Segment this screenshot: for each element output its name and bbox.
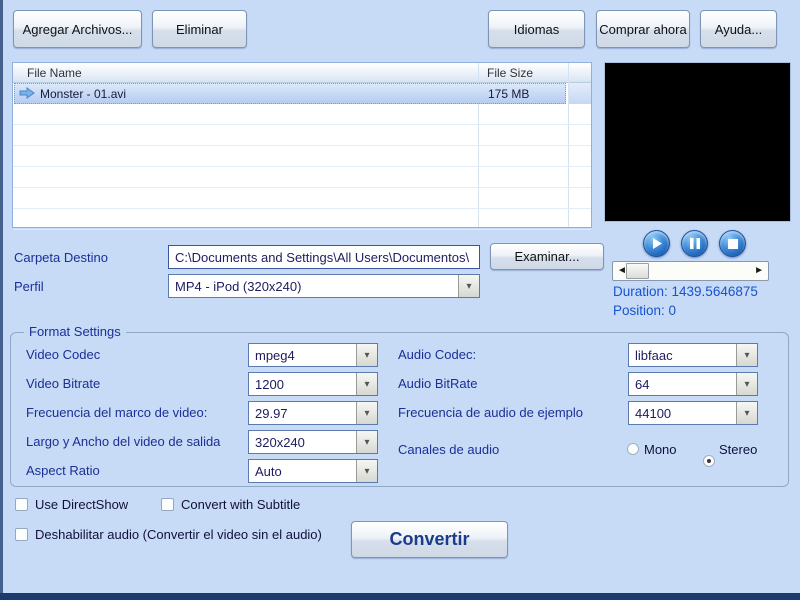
convert-button[interactable]: Convertir (351, 521, 508, 558)
video-framerate-label: Frecuencia del marco de video: (26, 405, 208, 420)
video-bitrate-label: Video Bitrate (26, 376, 101, 391)
audio-channels-label: Canales de audio (398, 442, 500, 457)
aspect-ratio-label: Aspect Ratio (26, 463, 100, 478)
position-text: Position: 0 (613, 303, 677, 318)
remove-label: Eliminar (176, 21, 223, 37)
convert-label: Convertir (389, 529, 470, 549)
format-settings-title: Format Settings (24, 324, 126, 339)
file-list-header[interactable]: File Name File Size (13, 63, 591, 83)
audio-samplerate-select[interactable]: 44100 ▾ (628, 401, 758, 425)
disable-audio-label[interactable]: Deshabilitar audio (Convertir el video s… (35, 527, 322, 542)
file-arrow-icon (19, 87, 35, 99)
video-codec-value: mpeg4 (255, 347, 295, 363)
chevron-down-icon[interactable]: ▾ (736, 344, 757, 366)
video-size-value: 320x240 (255, 434, 305, 450)
video-framerate-value: 29.97 (255, 405, 288, 421)
empty-row[interactable] (13, 104, 591, 125)
video-bitrate-select[interactable]: 1200 ▾ (248, 372, 378, 396)
browse-label: Examinar... (514, 249, 580, 264)
audio-bitrate-select[interactable]: 64 ▾ (628, 372, 758, 396)
seek-scrollbar[interactable]: ◄ ► (612, 261, 769, 281)
aspect-ratio-value: Auto (255, 463, 282, 479)
mono-label[interactable]: Mono (644, 442, 677, 457)
stop-button[interactable] (719, 230, 746, 257)
empty-row[interactable] (13, 125, 591, 146)
remove-button[interactable]: Eliminar (152, 10, 247, 48)
file-row-selected[interactable]: Monster - 01.avi 175 MB (14, 83, 566, 104)
video-framerate-select[interactable]: 29.97 ▾ (248, 401, 378, 425)
languages-label: Idiomas (513, 21, 560, 37)
destination-folder-label: Carpeta Destino (14, 250, 108, 265)
empty-row[interactable] (13, 146, 591, 167)
audio-bitrate-value: 64 (635, 376, 650, 392)
destination-folder-value: C:\Documents and Settings\All Users\Docu… (175, 249, 470, 265)
convert-with-subtitle-checkbox[interactable] (161, 498, 174, 511)
pause-button[interactable] (681, 230, 708, 257)
chevron-down-icon[interactable]: ▾ (356, 344, 377, 366)
audio-codec-select[interactable]: libfaac ▾ (628, 343, 758, 367)
convert-with-subtitle-label[interactable]: Convert with Subtitle (181, 497, 300, 512)
add-files-label: Agregar Archivos... (22, 21, 133, 37)
file-row-selected-tail (569, 83, 591, 104)
stereo-radio[interactable] (703, 455, 715, 467)
mono-radio[interactable] (627, 443, 639, 455)
chevron-down-icon[interactable]: ▾ (356, 431, 377, 453)
chevron-down-icon[interactable]: ▾ (736, 402, 757, 424)
empty-row[interactable] (13, 167, 591, 188)
browse-button[interactable]: Examinar... (490, 243, 604, 270)
stop-icon (727, 238, 738, 249)
aspect-ratio-select[interactable]: Auto ▾ (248, 459, 378, 483)
seek-thumb[interactable] (626, 263, 649, 279)
duration-text: Duration: 1439.5646875 (613, 284, 758, 299)
stereo-label[interactable]: Stereo (719, 442, 757, 457)
help-button[interactable]: Ayuda... (700, 10, 777, 48)
destination-folder-field[interactable]: C:\Documents and Settings\All Users\Docu… (168, 245, 480, 269)
profile-label: Perfil (14, 279, 44, 294)
chevron-down-icon[interactable]: ▾ (356, 460, 377, 482)
column-file-name[interactable]: File Name (27, 66, 82, 80)
video-size-label: Largo y Ancho del video de salida (26, 434, 221, 449)
languages-button[interactable]: Idiomas (488, 10, 585, 48)
chevron-down-icon[interactable]: ▾ (736, 373, 757, 395)
video-codec-select[interactable]: mpeg4 ▾ (248, 343, 378, 367)
window-left-edge (0, 0, 3, 600)
chevron-down-icon[interactable]: ▾ (458, 275, 479, 297)
help-label: Ayuda... (714, 21, 763, 37)
chevron-down-icon[interactable]: ▾ (356, 402, 377, 424)
video-size-select[interactable]: 320x240 ▾ (248, 430, 378, 454)
scroll-right-icon[interactable]: ► (754, 262, 764, 280)
buy-now-label: Comprar ahora (599, 21, 687, 37)
video-codec-label: Video Codec (26, 347, 101, 362)
disable-audio-checkbox[interactable] (15, 528, 28, 541)
chevron-down-icon[interactable]: ▾ (356, 373, 377, 395)
audio-samplerate-label: Frecuencia de audio de ejemplo (398, 405, 584, 420)
play-button[interactable] (643, 230, 670, 257)
use-directshow-label[interactable]: Use DirectShow (35, 497, 128, 512)
audio-samplerate-value: 44100 (635, 405, 672, 421)
pause-icon (689, 238, 700, 249)
file-list[interactable]: File Name File Size Monster - 01.avi 175… (12, 62, 592, 230)
file-name-cell: Monster - 01.avi (40, 87, 127, 101)
file-size-cell: 175 MB (488, 87, 530, 101)
play-icon (653, 238, 662, 249)
empty-row[interactable] (13, 209, 591, 230)
audio-codec-value: libfaac (635, 347, 673, 363)
profile-value: MP4 - iPod (320x240) (175, 278, 302, 294)
add-files-button[interactable]: Agregar Archivos... (13, 10, 142, 48)
empty-row[interactable] (13, 188, 591, 209)
column-file-size[interactable]: File Size (487, 66, 533, 80)
audio-bitrate-label: Audio BitRate (398, 376, 478, 391)
profile-select[interactable]: MP4 - iPod (320x240) ▾ (168, 274, 480, 298)
buy-now-button[interactable]: Comprar ahora (596, 10, 690, 48)
window-bottom-bar (0, 593, 800, 600)
audio-codec-label: Audio Codec: (398, 347, 477, 362)
use-directshow-checkbox[interactable] (15, 498, 28, 511)
video-bitrate-value: 1200 (255, 376, 284, 392)
video-preview (604, 62, 791, 222)
